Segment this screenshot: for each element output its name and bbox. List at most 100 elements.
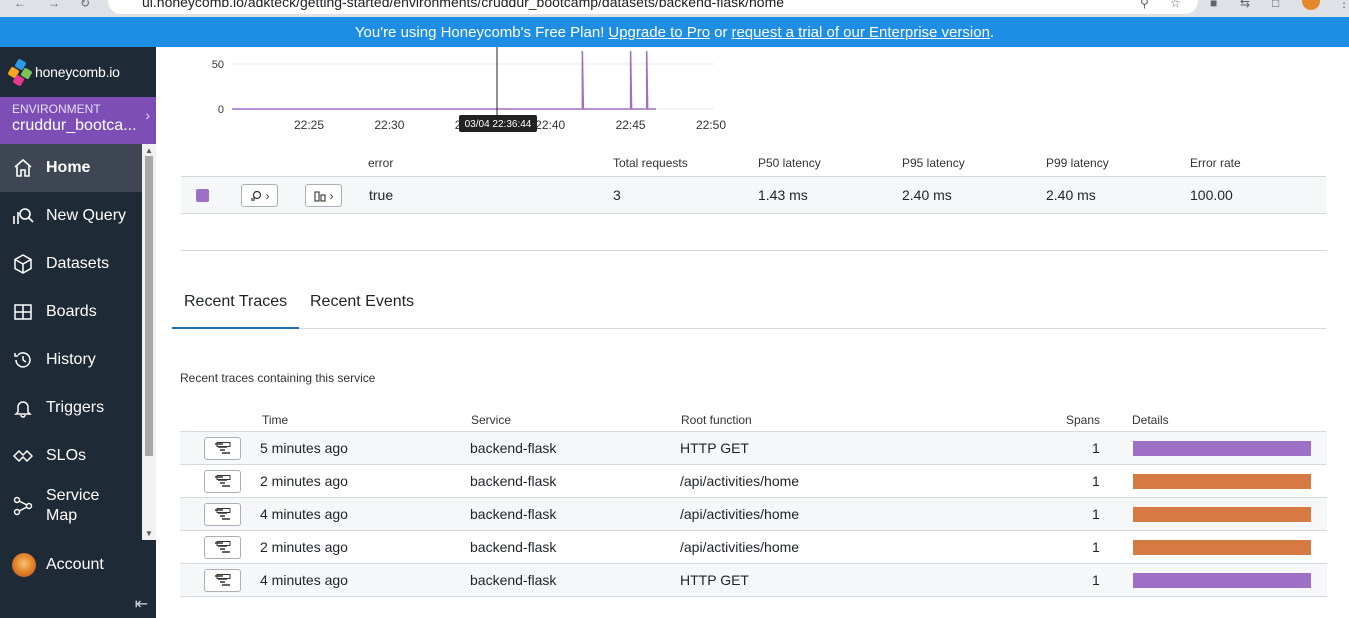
window-icon[interactable]: □	[1272, 0, 1279, 10]
scrollbar-thumb[interactable]	[145, 156, 153, 456]
cell-p50: 1.43 ms	[758, 187, 808, 203]
sidebar-scrollbar[interactable]: ▲ ▼	[142, 144, 156, 540]
cell-service: backend-flask	[470, 572, 557, 588]
series-line	[232, 50, 656, 110]
query-icon	[12, 205, 34, 227]
cell-service: backend-flask	[470, 539, 557, 555]
grid-icon	[12, 301, 34, 323]
x-tick-label: 22:40	[535, 118, 565, 132]
cell-root-function[interactable]: /api/activities/home	[680, 473, 799, 489]
sidebar-item-history[interactable]: History	[0, 336, 142, 384]
bell-icon	[12, 397, 34, 419]
col-header-error: error	[368, 156, 394, 170]
sidebar: honeycomb.io ENVIRONMENT cruddur_bootca.…	[0, 47, 156, 618]
cursor-tooltip-label: 03/04 22:36:44	[465, 119, 532, 130]
waterfall-icon	[214, 540, 230, 553]
logo[interactable]: honeycomb.io	[0, 47, 156, 97]
table-row[interactable]: 2 minutes ago backend-flask/api/activitie…	[180, 465, 1327, 498]
open-trace-button[interactable]	[204, 503, 241, 526]
sidebar-item-label: SLOs	[46, 447, 87, 464]
col-header-details: Details	[1132, 413, 1169, 427]
cell-root-function[interactable]: HTTP GET	[680, 440, 749, 456]
tab-recent-traces[interactable]: Recent Traces	[172, 282, 300, 329]
search-icon	[250, 190, 261, 201]
sidebar-item-service-map[interactable]: Service Map	[0, 480, 142, 532]
cell-error: true	[369, 187, 394, 203]
account-label: Account	[46, 556, 104, 573]
x-tick-label: 22:25	[294, 118, 324, 132]
sidebar-item-label: Home	[46, 159, 91, 176]
trace-search-button[interactable]: ›	[241, 184, 278, 207]
cell-service: backend-flask	[470, 473, 557, 489]
menu-icon[interactable]: ⋮	[1338, 0, 1349, 10]
traces-caption: Recent traces containing this service	[180, 371, 376, 385]
open-trace-button[interactable]	[204, 569, 241, 592]
sidebar-item-new-query[interactable]: New Query	[0, 192, 142, 240]
sidebar-item-boards[interactable]: Boards	[0, 288, 142, 336]
sidebar-item-account[interactable]: Account	[0, 541, 156, 589]
trace-duration-bar[interactable]	[1133, 540, 1311, 555]
sidebar-item-triggers[interactable]: Triggers	[0, 384, 142, 432]
banner-or: or	[714, 23, 728, 41]
environment-selector[interactable]: ENVIRONMENT cruddur_bootca... ›	[0, 97, 156, 144]
cell-spans: 1	[1092, 506, 1100, 522]
table-row[interactable]: 2 minutes ago backend-flask/api/activitie…	[180, 531, 1327, 564]
open-trace-button[interactable]	[204, 536, 241, 559]
enterprise-trial-link[interactable]: request a trial of our Enterprise versio…	[731, 24, 989, 41]
browser-toolbar: ← → ↻ ui.honeycomb.io/adkteck/getting-st…	[0, 0, 1349, 17]
upgrade-link[interactable]: Upgrade to Pro	[608, 24, 710, 41]
breakdown-table: error Total requests P50 latency P95 lat…	[181, 150, 1326, 214]
cell-root-function[interactable]: /api/activities/home	[680, 539, 799, 555]
sidebar-nav: Home New Query Datasets Boards History T…	[0, 144, 156, 584]
star-icon[interactable]: ☆	[1170, 0, 1181, 10]
trace-duration-bar[interactable]	[1133, 573, 1311, 588]
reload-icon[interactable]: ↻	[80, 0, 90, 10]
sidebar-item-datasets[interactable]: Datasets	[0, 240, 142, 288]
cell-time: 2 minutes ago	[260, 539, 348, 555]
address-url[interactable]: ui.honeycomb.io/adkteck/getting-started/…	[142, 0, 784, 10]
col-header-time: Time	[262, 413, 289, 427]
extension-icon[interactable]: ■	[1210, 0, 1217, 10]
waterfall-icon	[214, 507, 230, 520]
table-row[interactable]: 4 minutes ago backend-flask/api/activitie…	[180, 498, 1327, 531]
x-tick-label: 22:30	[374, 118, 404, 132]
back-icon[interactable]: ←	[14, 0, 26, 10]
traces-header: Time Service Root function Spans Details	[180, 409, 1327, 432]
chevron-right-icon: ›	[329, 188, 334, 203]
sidebar-item-slos[interactable]: SLOs	[0, 432, 142, 480]
forward-icon[interactable]: →	[48, 0, 60, 10]
environment-label: ENVIRONMENT	[12, 102, 101, 116]
cell-root-function[interactable]: /api/activities/home	[680, 506, 799, 522]
sidebar-item-label: History	[46, 351, 96, 368]
profile-avatar[interactable]	[1302, 0, 1320, 10]
trace-duration-bar[interactable]	[1133, 474, 1311, 489]
tab-recent-events[interactable]: Recent Events	[298, 282, 426, 329]
col-header-p50: P50 latency	[758, 156, 821, 170]
trace-duration-bar[interactable]	[1133, 507, 1311, 522]
breakdown-header: error Total requests P50 latency P95 lat…	[181, 150, 1326, 176]
key-icon[interactable]: ⚲	[1140, 0, 1149, 10]
main-content: 50022:2522:3022:3522:4022:4522:5003/04 2…	[156, 47, 1349, 618]
open-trace-button[interactable]	[204, 437, 241, 460]
open-trace-button[interactable]	[204, 470, 241, 493]
sidebar-item-label: Datasets	[46, 255, 110, 272]
sidebar-item-home[interactable]: Home	[0, 144, 142, 192]
scroll-down-icon[interactable]: ▼	[145, 529, 153, 538]
chart-svg[interactable]: 50022:2522:3022:3522:4022:4522:5003/04 2…	[156, 47, 756, 142]
plan-banner: You're using Honeycomb's Free Plan! Upgr…	[0, 17, 1349, 47]
sidebar-item-label: Triggers	[46, 399, 105, 416]
cell-root-function[interactable]: HTTP GET	[680, 572, 749, 588]
honeycomb-logo-icon	[7, 58, 33, 87]
sidebar-item-label: New Query	[46, 207, 127, 224]
table-row[interactable]: 5 minutes ago backend-flask HTTP GET 1	[180, 432, 1327, 465]
latency-chart: 50022:2522:3022:3522:4022:4522:5003/04 2…	[156, 47, 756, 142]
col-header-total-requests: Total requests	[613, 156, 688, 170]
heatmap-button[interactable]: ›	[305, 184, 342, 207]
sync-icon[interactable]: ⇆	[1240, 0, 1250, 10]
sidebar-item-label: Boards	[46, 303, 97, 320]
scroll-up-icon[interactable]: ▲	[145, 146, 153, 155]
trace-duration-bar[interactable]	[1133, 441, 1311, 456]
collapse-sidebar-icon[interactable]: ⇤	[135, 594, 148, 614]
table-row[interactable]: 4 minutes ago backend-flask HTTP GET 1	[180, 564, 1327, 597]
series-color-swatch[interactable]	[196, 189, 209, 202]
